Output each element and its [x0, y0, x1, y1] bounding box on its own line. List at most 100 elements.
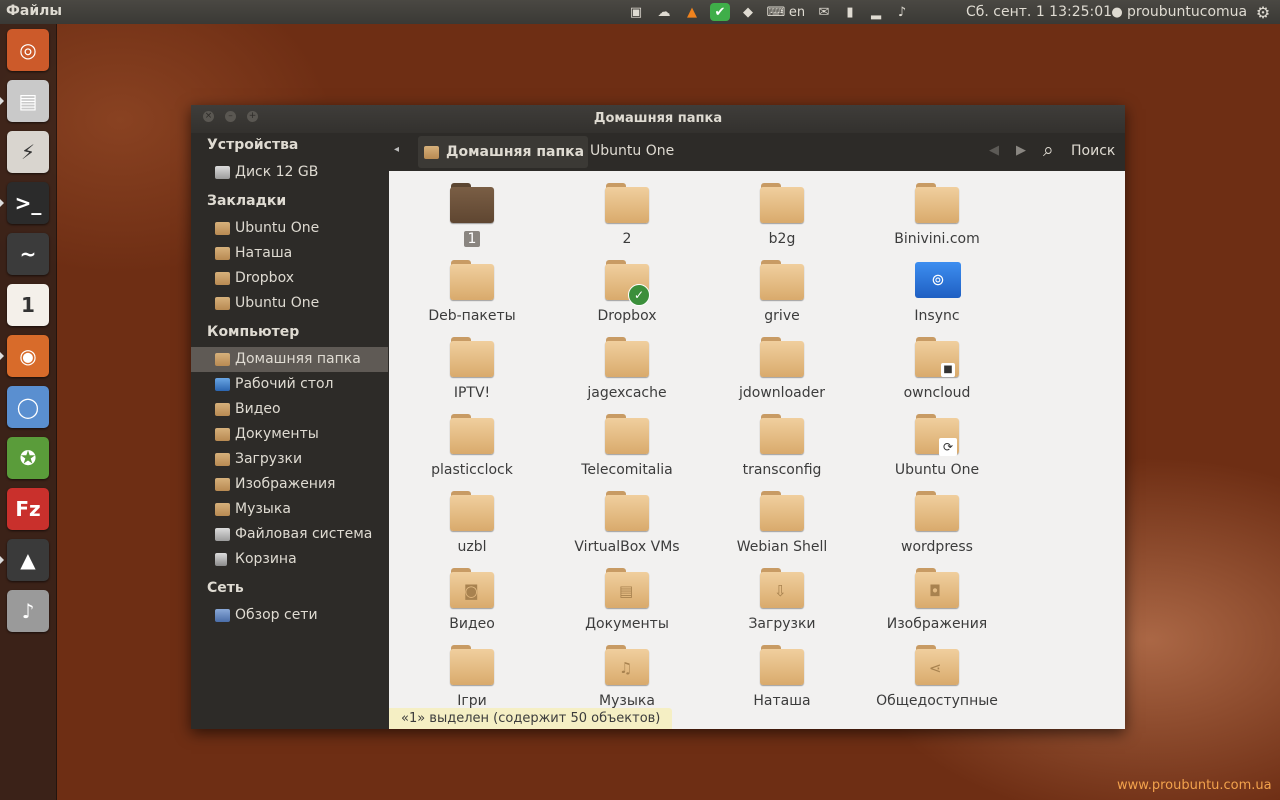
file-item[interactable]: uzbl	[397, 483, 547, 555]
dash-home-icon[interactable]: ◎	[7, 29, 49, 71]
file-item[interactable]: transconfig	[707, 406, 857, 478]
file-name: IPTV!	[453, 385, 491, 401]
file-item-label: Binivini.com	[862, 231, 1012, 247]
sidebar-item[interactable]: Рабочий стол	[191, 372, 388, 397]
checkmark-icon[interactable]: ✔	[710, 3, 730, 21]
launcher: ◎ ▤ ⚡ >_ ~1 ◉ ◯ ✪ Fz ▲ ♪	[0, 24, 57, 800]
chromium-icon[interactable]: ◯	[7, 386, 49, 428]
document-emblem-icon: ▤	[619, 582, 634, 600]
terminal-icon[interactable]: >_	[7, 182, 49, 224]
file-item[interactable]: Deb-пакеты	[397, 252, 547, 324]
file-item-label: Telecomitalia	[552, 462, 702, 478]
file-item[interactable]: ♫ Музыка	[552, 637, 702, 709]
file-item[interactable]: VirtualBox VMs	[552, 483, 702, 555]
file-item[interactable]: 1	[397, 175, 547, 247]
user-name[interactable]: proubuntucomua	[1127, 4, 1247, 20]
breadcrumb-scroll-left-icon[interactable]: ◂	[394, 144, 399, 155]
file-item[interactable]: Telecomitalia	[552, 406, 702, 478]
signal-icon[interactable]: ▂	[866, 3, 886, 21]
sidebar-item[interactable]: Загрузки	[191, 447, 388, 472]
file-item[interactable]: Webian Shell	[707, 483, 857, 555]
file-item[interactable]: b2g	[707, 175, 857, 247]
sidebar-item[interactable]: Домашняя папка	[191, 347, 388, 372]
breadcrumb-home-button[interactable]: Домашняя папка	[418, 136, 589, 168]
file-item[interactable]: ✓ Dropbox	[552, 252, 702, 324]
file-item[interactable]: ◙ Видео	[397, 560, 547, 632]
sidebar-item[interactable]: Ubuntu One	[191, 216, 388, 241]
file-item[interactable]: IPTV!	[397, 329, 547, 401]
search-icon[interactable]: ⌕	[1043, 139, 1054, 161]
gear-icon[interactable]: ⚙	[1253, 3, 1273, 22]
system-monitor-icon[interactable]: ~	[7, 233, 49, 275]
file-name: Webian Shell	[736, 539, 828, 555]
file-item[interactable]: 2	[552, 175, 702, 247]
file-item-label: Музыка	[552, 693, 702, 709]
calendar-icon[interactable]: 1	[7, 284, 49, 326]
file-item[interactable]: ⊚ Insync	[862, 252, 1012, 324]
sidebar-item[interactable]: Обзор сети	[191, 603, 388, 628]
folder-icon: ✓	[605, 260, 650, 306]
mail-icon[interactable]: ✉	[814, 3, 834, 21]
file-item-label: Insync	[862, 308, 1012, 324]
file-name: Документы	[585, 616, 669, 632]
keyboard-layout[interactable]: en	[786, 3, 808, 21]
forward-arrow-icon[interactable]: ▶	[1016, 143, 1026, 158]
file-item[interactable]: ◘ Изображения	[862, 560, 1012, 632]
file-item[interactable]: Ігри	[397, 637, 547, 709]
file-item[interactable]: jdownloader	[707, 329, 857, 401]
vlc-icon[interactable]: ▲	[7, 539, 49, 581]
sidebar-item[interactable]: Диск 12 GB	[191, 160, 388, 185]
search-button-label[interactable]: Поиск	[1071, 143, 1115, 159]
file-item[interactable]: ⇩ Загрузки	[707, 560, 857, 632]
file-item-label: VirtualBox VMs	[552, 539, 702, 555]
sidebar-item-label: Корзина	[235, 551, 297, 567]
sidebar-item[interactable]: Корзина	[191, 547, 388, 572]
file-item[interactable]: ▤ Документы	[552, 560, 702, 632]
file-item-label: b2g	[707, 231, 857, 247]
file-item[interactable]: Наташа	[707, 637, 857, 709]
breadcrumb-ubuntu-one[interactable]: Ubuntu One	[590, 143, 674, 159]
sidebar-item[interactable]: Видео	[191, 397, 388, 422]
keyboard-icon[interactable]: ⌨	[766, 3, 786, 21]
vlc-icon[interactable]: ▲	[682, 3, 702, 21]
file-item[interactable]: grive	[707, 252, 857, 324]
cloud-icon[interactable]: ☁	[654, 3, 674, 21]
dock-icon[interactable]: ▣	[626, 3, 646, 21]
firefox-icon[interactable]: ◉	[7, 335, 49, 377]
volume-icon[interactable]: ♪	[892, 3, 912, 21]
sidebar-item[interactable]: Ubuntu One	[191, 291, 388, 316]
sidebar-item[interactable]: Музыка	[191, 497, 388, 522]
toolbar: ◂ Домашняя папка Ubuntu One ◀ ▶ ⌕ Поиск	[388, 133, 1125, 171]
music-player-icon[interactable]: ♪	[7, 590, 49, 632]
filezilla-icon[interactable]: Fz	[7, 488, 49, 530]
thunderbolt-app-icon[interactable]: ⚡	[7, 131, 49, 173]
file-name: jdownloader	[739, 385, 825, 401]
file-item-label: Загрузки	[707, 616, 857, 632]
file-manager-window: × – + Домашняя папка Устройства Диск 12 G…	[191, 105, 1125, 729]
battery-icon[interactable]: ▮	[840, 3, 860, 21]
folder-icon	[215, 247, 230, 260]
sidebar-item[interactable]: Документы	[191, 422, 388, 447]
file-item[interactable]: Binivini.com	[862, 175, 1012, 247]
file-item[interactable]: plasticclock	[397, 406, 547, 478]
dropbox-icon[interactable]: ◆	[738, 3, 758, 21]
folder-icon: ■	[915, 337, 959, 377]
sidebar-item[interactable]: Dropbox	[191, 266, 388, 291]
ubuntu-one-icon[interactable]: ✪	[7, 437, 49, 479]
file-item[interactable]: ■ owncloud	[862, 329, 1012, 401]
sidebar-item[interactable]: Файловая система	[191, 522, 388, 547]
file-item[interactable]: ⋖ Общедоступные	[862, 637, 1012, 709]
files-app-icon[interactable]: ▤	[7, 80, 49, 122]
file-item[interactable]: wordpress	[862, 483, 1012, 555]
sidebar-item[interactable]: Наташа	[191, 241, 388, 266]
back-arrow-icon[interactable]: ◀	[989, 143, 999, 158]
home-folder-icon	[424, 145, 439, 159]
file-item-label: uzbl	[397, 539, 547, 555]
sidebar-item[interactable]: Изображения	[191, 472, 388, 497]
file-item-label: wordpress	[862, 539, 1012, 555]
clock[interactable]: Сб. сент. 1 13:25:01	[966, 4, 1112, 20]
file-item-label: Документы	[552, 616, 702, 632]
file-item-label: Общедоступные	[862, 693, 1012, 709]
file-item[interactable]: ⟳ Ubuntu One	[862, 406, 1012, 478]
file-item[interactable]: jagexcache	[552, 329, 702, 401]
